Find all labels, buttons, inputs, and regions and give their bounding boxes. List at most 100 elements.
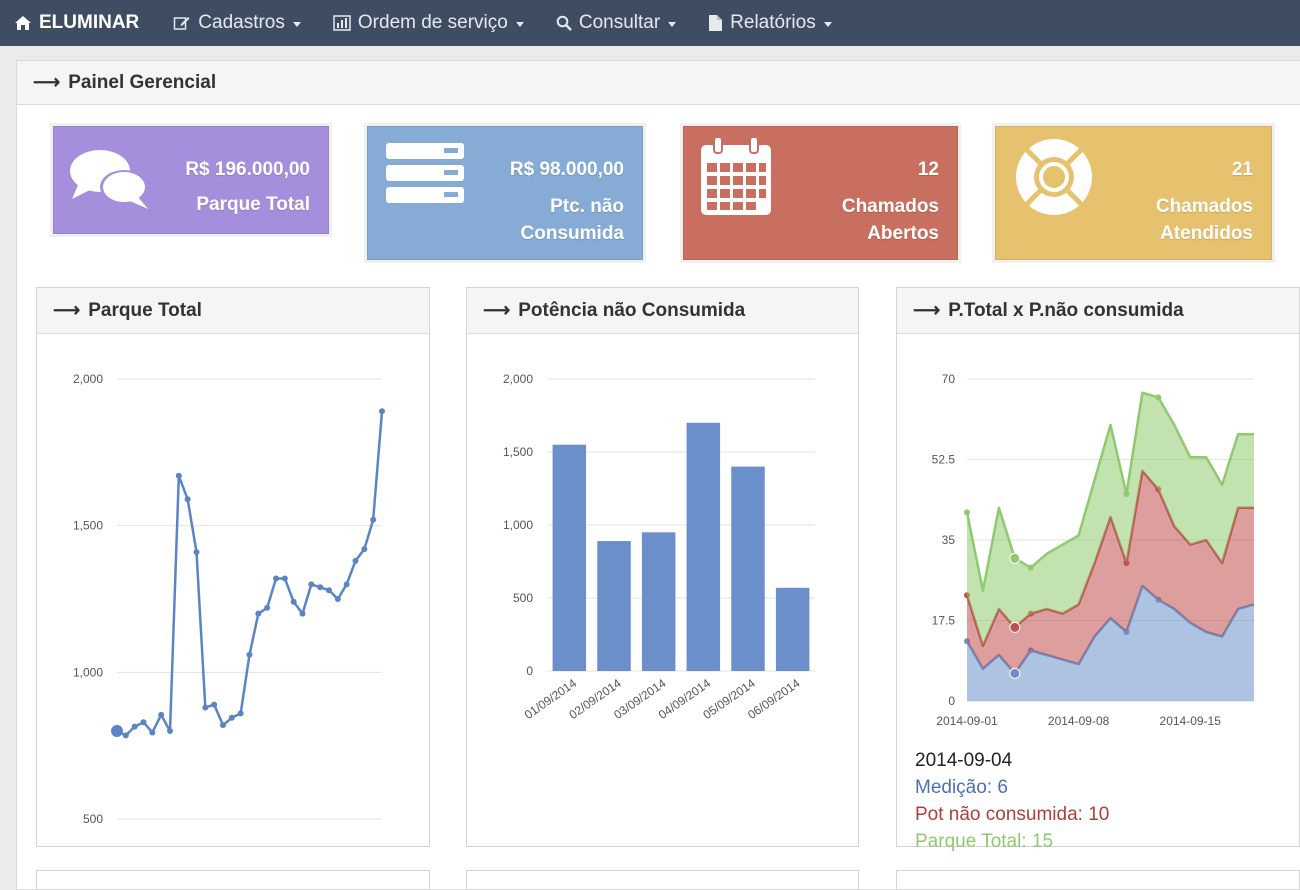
data-point	[211, 701, 218, 708]
nav-consultar[interactable]: Consultar	[556, 12, 677, 34]
nav-relatorios-label: Relatórios	[730, 12, 816, 33]
nav-ordem-servico-label: Ordem de serviço	[357, 12, 508, 33]
data-point	[964, 509, 970, 516]
nav-consultar-label: Consultar	[578, 12, 661, 33]
data-point	[281, 575, 288, 582]
data-point	[140, 719, 147, 726]
arrow-right-icon: ⟶	[53, 300, 81, 321]
bar	[686, 422, 721, 671]
nav-relatorios[interactable]: Relatórios	[708, 12, 832, 34]
data-point	[273, 575, 279, 582]
panel-title: Potência não Consumida	[518, 299, 746, 321]
data-point	[352, 557, 359, 564]
data-point	[290, 598, 297, 605]
y-tick-label: 35	[942, 533, 956, 547]
panel-parque-total: ⟶ Parque Total 2,000 1,500 1,000 500	[36, 287, 430, 847]
bar	[597, 541, 631, 671]
potencia-bar-chart: 2,0001,5001,000500001/09/201402/09/20140…	[503, 372, 815, 722]
bar	[731, 466, 765, 671]
panel-bottom-2	[466, 870, 859, 890]
tooltip-pot-nao-consumida: Pot não consumida: 10	[915, 804, 1110, 825]
life-ring-icon	[1016, 139, 1092, 215]
data-point	[343, 581, 350, 588]
data-point	[111, 725, 123, 737]
y-tick-label: 1,000	[503, 518, 533, 532]
tooltip-medicao: Medição: 6	[915, 777, 1008, 798]
data-point	[1155, 394, 1162, 401]
caret-down-icon	[515, 21, 524, 27]
nav-cadastros[interactable]: Cadastros	[173, 12, 301, 34]
brand-label: ELUMINAR	[39, 12, 140, 33]
data-point	[379, 408, 385, 415]
y-tick-label: 1,500	[503, 445, 533, 459]
highlight-point	[1009, 621, 1021, 633]
data-point	[255, 610, 262, 617]
top-navbar: ELUMINAR Cadastros Ordem de serviço Cons…	[0, 0, 1300, 46]
data-point	[237, 710, 244, 717]
panel-ptotal-x-pnao: ⟶ P.Total x P.não consumida 70 52.5 35 17.5…	[896, 287, 1300, 852]
stat-card-parque-total[interactable]: R$ 196.000,00 Parque Total	[53, 126, 329, 234]
series-line	[116, 411, 384, 737]
stat-card-chamados-abertos[interactable]: 12 Chamados Abertos	[683, 126, 958, 260]
stat-label-line2: Consumida	[520, 223, 624, 244]
data-point	[246, 651, 253, 658]
y-tick-label: 1,000	[73, 665, 103, 679]
panel-title: Parque Total	[88, 299, 202, 321]
stat-value: 12	[917, 159, 939, 180]
data-point	[1027, 564, 1034, 571]
data-point	[264, 604, 271, 611]
data-point	[175, 472, 182, 479]
bar	[641, 532, 676, 671]
data-point	[184, 496, 191, 503]
caret-down-icon	[668, 21, 677, 27]
stat-label-line2: Atendidos	[1160, 223, 1253, 244]
data-point	[228, 714, 235, 721]
y-tick-label: 0	[948, 694, 955, 708]
comments-icon	[70, 150, 148, 209]
ptotal-area-chart: 70 52.5 35 17.5 0 2014-09-01 2014-09-08 2014-09…	[932, 372, 1255, 728]
data-point	[149, 729, 156, 736]
home-icon	[15, 16, 31, 30]
caret-down-icon	[823, 21, 832, 27]
brand-link[interactable]: ELUMINAR	[14, 12, 139, 34]
y-tick-label: 17.5	[932, 614, 956, 628]
panel-title: P.Total x P.não consumida	[948, 299, 1184, 321]
data-point	[158, 711, 165, 718]
y-tick-label: 1,500	[73, 519, 103, 533]
caret-down-icon	[292, 21, 301, 27]
data-point	[308, 581, 315, 588]
data-point	[326, 587, 332, 594]
data-point	[334, 596, 341, 602]
highlight-point	[1009, 552, 1021, 564]
y-tick-label: 0	[526, 664, 533, 678]
panel-header: ⟶ Painel Gerencial	[17, 61, 1300, 105]
data-point	[361, 546, 368, 553]
document-icon	[709, 15, 723, 31]
stat-value: 21	[1231, 159, 1253, 180]
data-point	[317, 584, 324, 591]
stat-value: R$ 98.000,00	[509, 159, 624, 180]
y-tick-label: 2,000	[73, 372, 103, 386]
panel-header: ⟶ Parque Total	[37, 288, 429, 334]
data-point	[299, 610, 306, 617]
stat-card-chamados-atendidos[interactable]: 21 Chamados Atendidos	[995, 126, 1272, 260]
stat-card-ptc-nao-consumida[interactable]: R$ 98.000,00 Ptc. não Consumida	[367, 126, 643, 260]
y-tick-label: 500	[83, 812, 103, 826]
y-tick-label: 70	[942, 372, 956, 386]
search-icon	[556, 15, 572, 31]
y-tick-label: 500	[513, 591, 533, 605]
bar	[552, 444, 587, 671]
stat-value: R$ 196.000,00	[185, 159, 310, 180]
tooltip-date: 2014-09-04	[915, 750, 1013, 771]
data-point	[193, 549, 200, 556]
stat-label: Parque Total	[196, 194, 310, 215]
stat-label-line1: Chamados	[1155, 196, 1253, 217]
nav-ordem-servico[interactable]: Ordem de serviço	[333, 12, 524, 34]
stat-label-line1: Ptc. não	[550, 196, 624, 217]
y-tick-label: 2,000	[503, 372, 533, 386]
panel-bottom-1	[36, 870, 430, 890]
bar-chart-icon	[333, 15, 351, 31]
data-point	[370, 516, 377, 523]
data-point	[202, 704, 209, 711]
nav-cadastros-label: Cadastros	[198, 12, 285, 33]
